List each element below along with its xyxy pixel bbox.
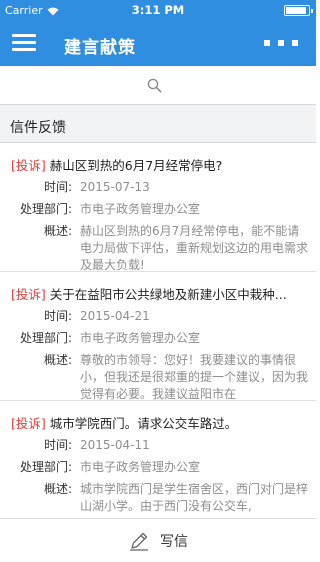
department-label: 处理部门: — [19, 331, 72, 345]
time-value: 2015-07-13 — [80, 180, 150, 194]
department-label: 处理部门: — [19, 460, 72, 474]
department-value: 市电子政务管理办公室 — [80, 202, 201, 216]
letter-title[interactable]: [投诉] 赫山区到热的6月7月经常停电? — [11, 155, 308, 174]
department-value: 市电子政务管理办公室 — [80, 460, 201, 474]
letter-tag: [投诉] — [11, 158, 46, 173]
letter-title-text: 城市学院西门。请求公交车路过。 — [49, 416, 238, 431]
department-value: 市电子政务管理办公室 — [80, 331, 201, 345]
time-label: 时间: — [43, 180, 72, 194]
letter-title-text: 赫山区到热的6月7月经常停电? — [49, 158, 223, 173]
letter-title[interactable]: [投诉] 关于在益阳市公共绿地及新建小区中栽种... — [11, 284, 308, 303]
letter-title[interactable]: [投诉] 城市学院西门。请求公交车路过。 — [11, 413, 308, 432]
summary-value: 城市学院西门是学生宿舍区，西门对门是梓山湖小学。由于西门没有公交车, — [80, 482, 308, 513]
top-bar: Carrier 3:11 PM 建言献策 — [0, 0, 316, 66]
write-letter-button[interactable]: 写信 — [0, 518, 316, 562]
summary-label: 概述: — [43, 224, 72, 238]
letter-list[interactable]: [投诉] 赫山区到热的6月7月经常停电? 时间: 2015-07-13 处理部门… — [0, 143, 316, 518]
summary-label: 概述: — [43, 482, 72, 496]
page-title: 建言献策 — [64, 38, 136, 58]
summary-label: 概述: — [43, 353, 72, 367]
section-title: 信件反馈 — [10, 120, 66, 136]
hamburger-menu-icon[interactable] — [12, 34, 36, 52]
write-letter-label: 写信 — [160, 533, 188, 550]
letter-item[interactable]: [投诉] 关于在益阳市公共绿地及新建小区中栽种... 时间: 2015-04-2… — [0, 272, 316, 401]
letter-item[interactable]: [投诉] 城市学院西门。请求公交车路过。 时间: 2015-04-11 处理部门… — [0, 401, 316, 518]
search-bar[interactable] — [0, 66, 316, 104]
time-value: 2015-04-11 — [80, 438, 150, 452]
summary-value: 尊敬的市领导：您好！我要建议的事情很小，但我还是很郑重的提一个建议，因为我觉得有… — [80, 353, 308, 401]
time-label: 时间: — [43, 438, 72, 452]
status-bar: Carrier 3:11 PM — [0, 0, 316, 20]
search-icon[interactable] — [147, 78, 162, 93]
section-header: 信件反馈 — [0, 104, 316, 143]
status-time: 3:11 PM — [131, 3, 185, 17]
letter-item[interactable]: [投诉] 赫山区到热的6月7月经常停电? 时间: 2015-07-13 处理部门… — [0, 143, 316, 272]
time-value: 2015-04-21 — [80, 309, 150, 323]
letter-title-text: 关于在益阳市公共绿地及新建小区中栽种... — [49, 287, 287, 302]
pen-icon — [130, 532, 148, 551]
department-label: 处理部门: — [19, 202, 72, 216]
letter-tag: [投诉] — [11, 287, 46, 302]
more-dots-icon[interactable] — [264, 40, 302, 48]
summary-value: 赫山区到热的6月7月经常停电，能不能请电力局做下评估，重新规划这边的用电需求及最… — [80, 224, 308, 272]
time-label: 时间: — [43, 309, 72, 323]
letter-tag: [投诉] — [11, 416, 46, 431]
battery-icon — [284, 5, 313, 16]
